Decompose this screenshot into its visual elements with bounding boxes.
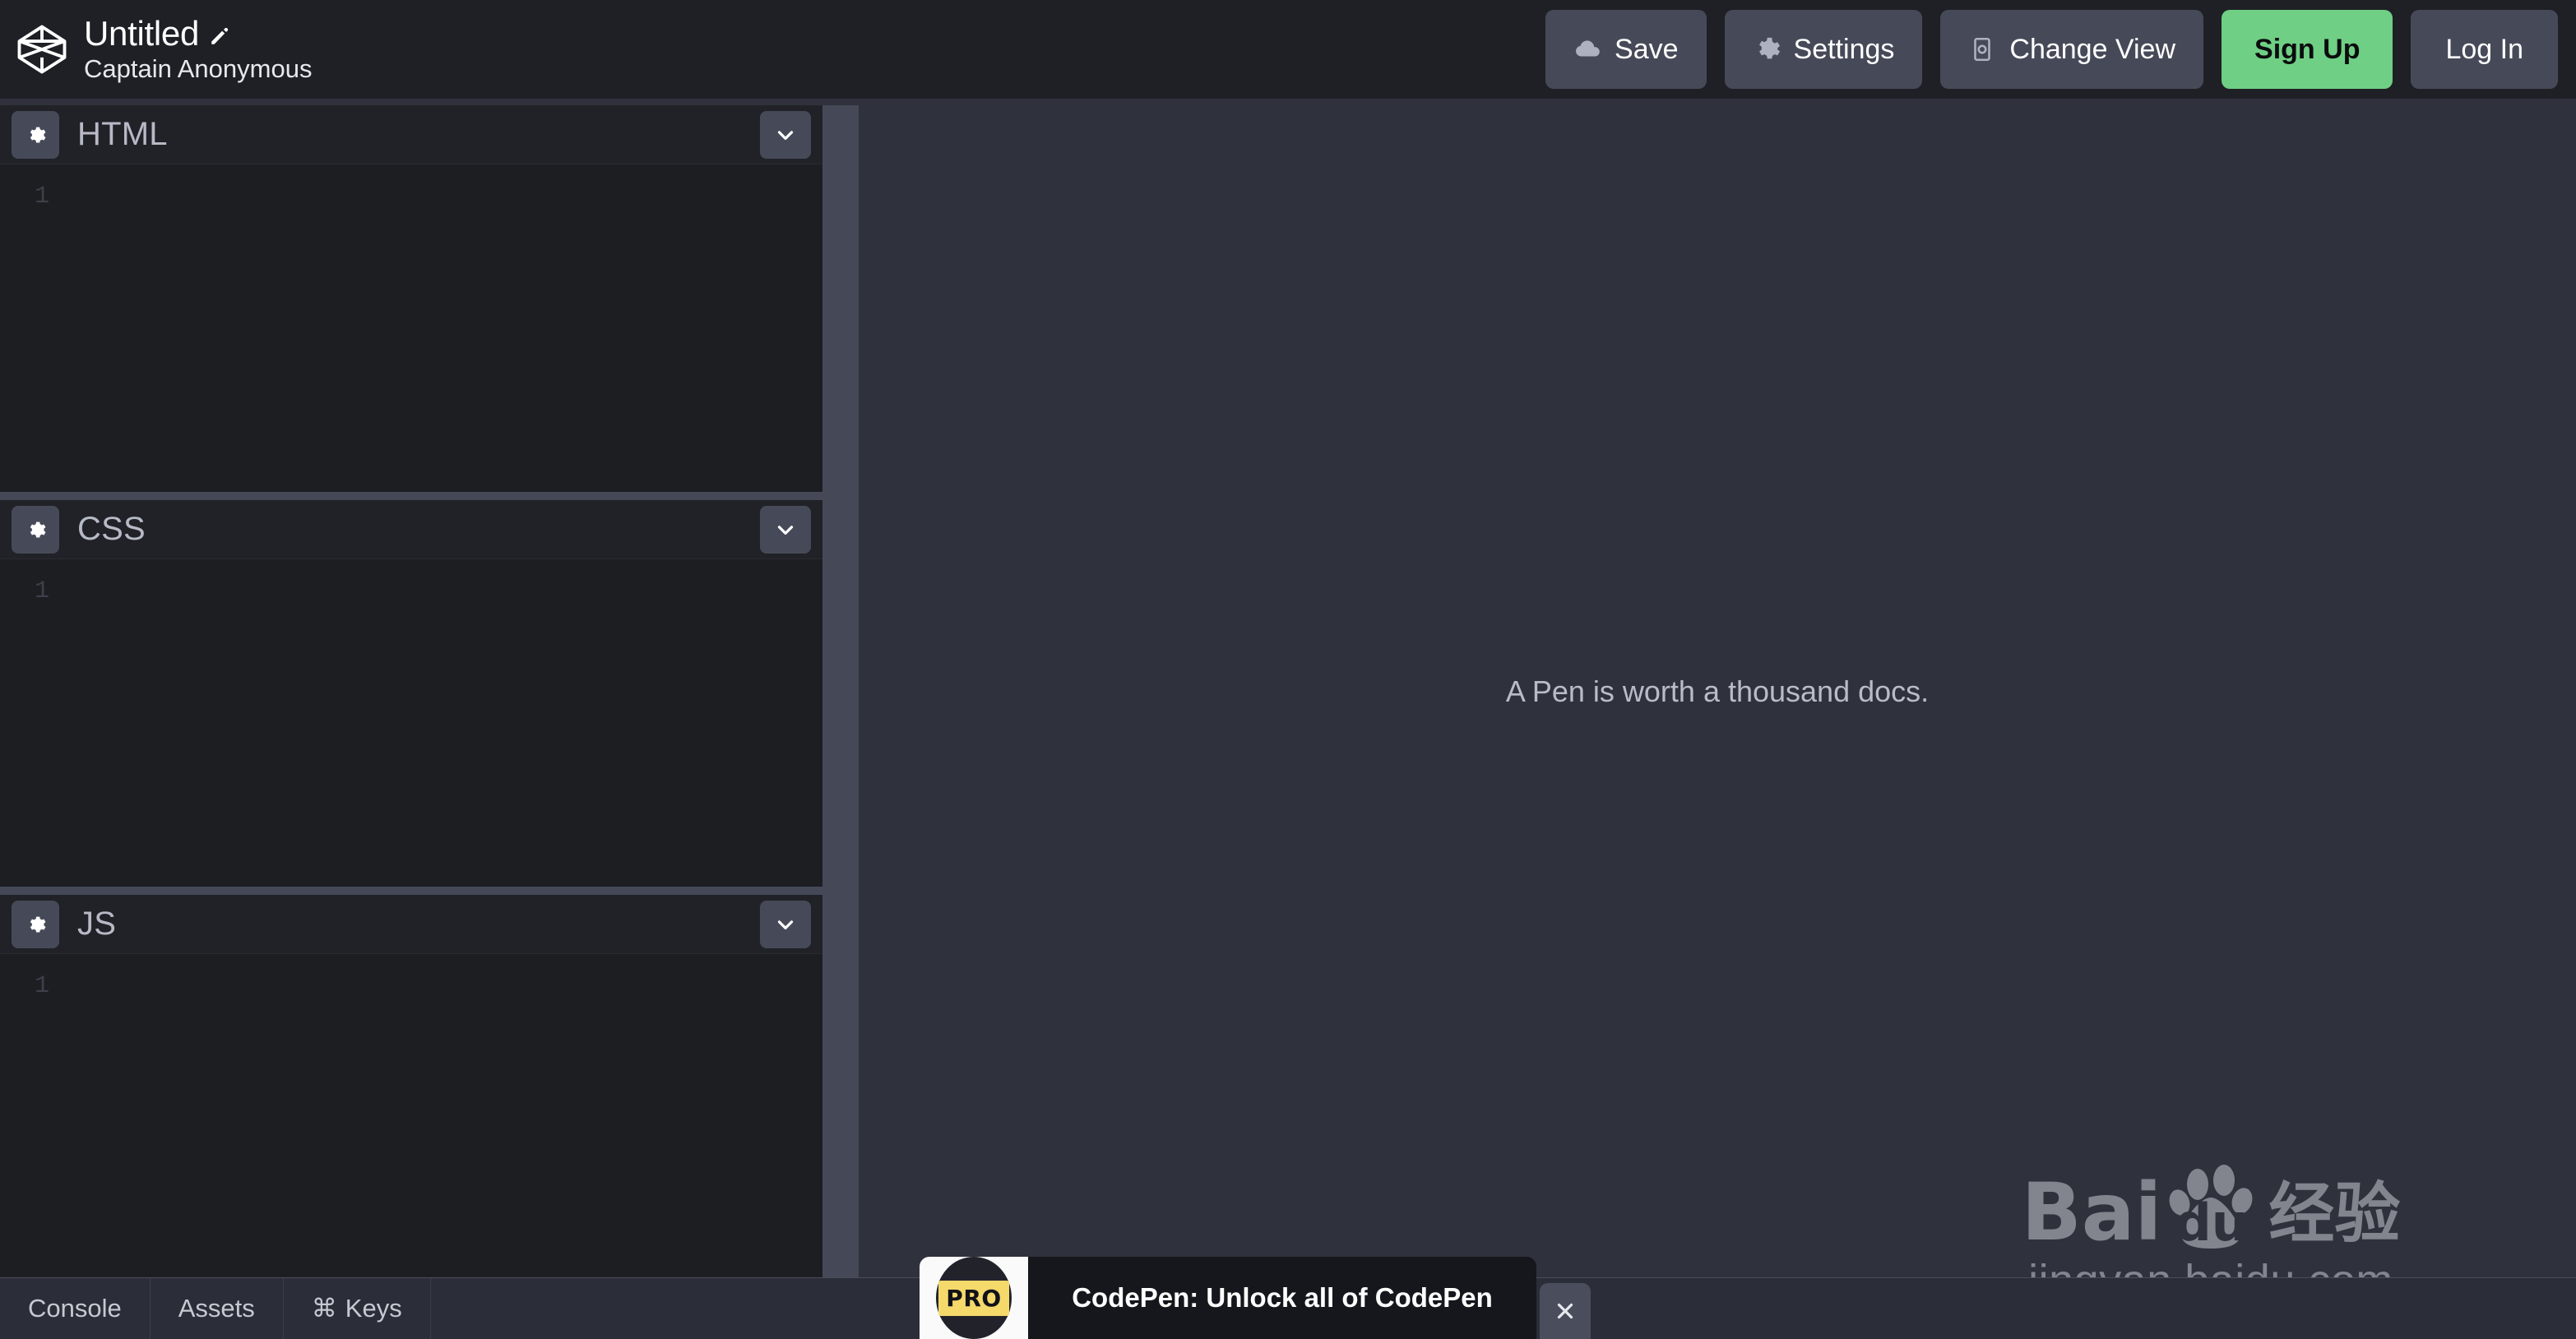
html-code-content[interactable] [74,183,822,215]
line-number: 1 [35,972,50,1000]
console-tab-label: Console [28,1294,122,1323]
pen-title-row: Untitled [84,15,312,52]
console-tab[interactable]: Console [0,1278,151,1339]
js-settings-button[interactable] [12,900,59,948]
pen-meta: Untitled Captain Anonymous [84,15,312,83]
editor-resize-handle-css-js[interactable] [0,887,822,895]
sign-up-button[interactable]: Sign Up [2222,10,2393,89]
log-in-button-label: Log In [2445,33,2523,65]
pro-badge-label: PRO [938,1280,1009,1316]
assets-tab-label: Assets [178,1294,255,1323]
code-editor-html[interactable]: 1 [0,164,822,492]
change-view-button-label: Change View [2009,33,2176,65]
screen-icon [1968,35,1996,63]
top-bar-actions: Save Settings Change View Sign Up Log In [1545,0,2576,99]
keys-tab-label: Keys [345,1294,402,1323]
html-collapse-button[interactable] [760,110,811,159]
editor-preview-resize-handle[interactable] [822,105,859,1277]
panel-title-js: JS [77,906,117,942]
editor-panel-js: JS 1 [0,895,822,1277]
line-number: 1 [35,183,50,211]
line-number: 1 [35,577,50,605]
preview-pane: A Pen is worth a thousand docs. [859,105,2576,1277]
editor-panel-css: CSS 1 [0,500,822,887]
gear-icon [1753,35,1781,63]
css-code-content[interactable] [74,577,822,610]
save-button-label: Save [1615,33,1679,65]
pro-badge-oval: PRO [936,1257,1012,1339]
codepen-editor-app: Untitled Captain Anonymous Save Settings… [0,0,2576,1339]
log-in-button[interactable]: Log In [2411,10,2558,89]
panel-title-css: CSS [77,511,146,547]
code-editor-css[interactable]: 1 [0,559,822,887]
save-button[interactable]: Save [1545,10,1707,89]
js-code-content[interactable] [74,972,822,1005]
keys-tab[interactable]: ⌘ Keys [284,1278,431,1339]
pro-badge: PRO [920,1257,1028,1339]
html-settings-button[interactable] [12,110,59,159]
code-editor-js[interactable]: 1 [0,954,822,1277]
page-title[interactable]: Untitled [84,15,199,52]
panel-header-css: CSS [0,500,822,559]
css-collapse-button[interactable] [760,505,811,554]
preview-empty-message: A Pen is worth a thousand docs. [1505,674,1930,708]
top-bar: Untitled Captain Anonymous Save Settings… [0,0,2576,99]
command-key-icon: ⌘ [311,1294,337,1323]
workspace: HTML 1 CSS 1 JS 1 A Pen is worth a thous… [0,99,2576,1305]
change-view-button[interactable]: Change View [1940,10,2204,89]
sign-up-button-label: Sign Up [2254,33,2361,65]
editor-panel-html: HTML 1 [0,105,822,492]
close-icon[interactable] [1540,1283,1591,1339]
pro-notification-message: CodePen: Unlock all of CodePen [1072,1282,1493,1313]
panel-header-html: HTML [0,105,822,164]
settings-button[interactable]: Settings [1724,10,1923,89]
panel-title-html: HTML [77,116,168,152]
editor-resize-handle-html-css[interactable] [0,492,822,500]
cloud-icon [1573,35,1601,63]
pencil-icon[interactable] [209,25,230,47]
codepen-logo-icon[interactable] [15,22,69,76]
editor-column: HTML 1 CSS 1 JS 1 [0,105,822,1277]
assets-tab[interactable]: Assets [151,1278,284,1339]
settings-button-label: Settings [1793,33,1895,65]
js-collapse-button[interactable] [760,900,811,948]
css-settings-button[interactable] [12,505,59,554]
pen-brand-block: Untitled Captain Anonymous [0,15,312,83]
pen-author[interactable]: Captain Anonymous [84,54,312,83]
pro-notification[interactable]: PRO CodePen: Unlock all of CodePen [920,1257,1536,1339]
panel-header-js: JS [0,895,822,954]
